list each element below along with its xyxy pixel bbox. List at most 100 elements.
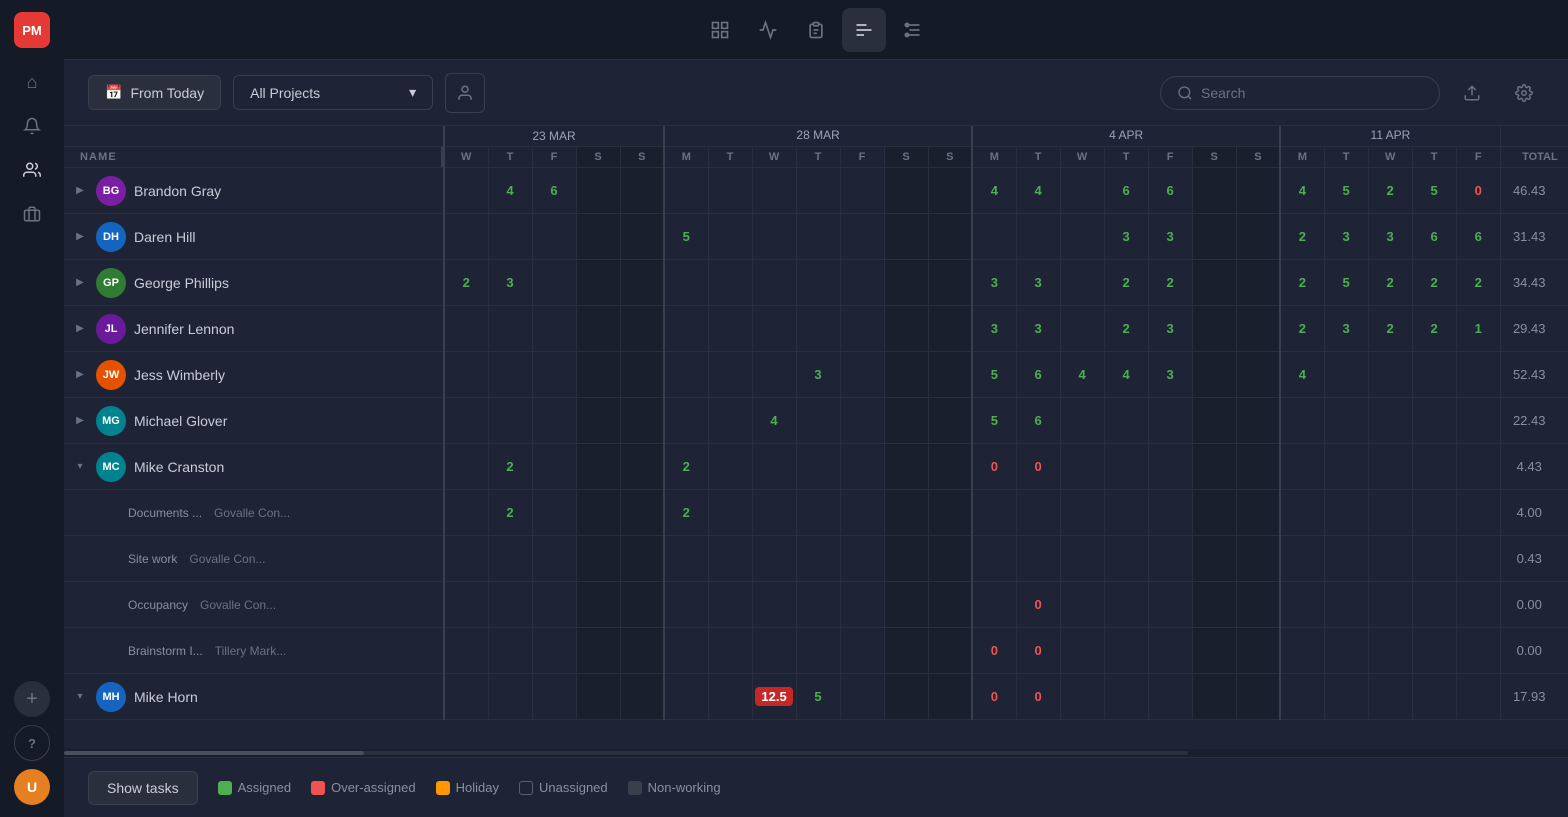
non-working-label: Non-working — [648, 780, 721, 795]
sidebar-notifications[interactable] — [14, 108, 50, 144]
legend-holiday: Holiday — [436, 780, 499, 795]
assigned-label: Assigned — [238, 780, 291, 795]
day-s6: S — [1236, 147, 1280, 168]
person-row[interactable]: ▶ JL Jennifer Lennon 33232322129.43 — [64, 306, 1568, 352]
legend-assigned: Assigned — [218, 780, 291, 795]
sidebar-help[interactable]: ? — [14, 725, 50, 761]
day-value: 6 — [550, 183, 557, 198]
day-value: 0 — [1475, 183, 1482, 198]
day-value: 3 — [1167, 229, 1174, 244]
day-value: 0 — [991, 459, 998, 474]
day-value: 2 — [506, 505, 513, 520]
day-m1: M — [664, 147, 708, 168]
from-today-label: From Today — [130, 85, 204, 101]
clipboard-view-btn[interactable] — [794, 8, 838, 52]
day-value: 3 — [1387, 229, 1394, 244]
subtask-row[interactable]: Brainstorm I... Tillery Mark... 000.00 — [64, 628, 1568, 674]
over-assigned-label: Over-assigned — [331, 780, 416, 795]
day-value: 3 — [1167, 321, 1174, 336]
expand-btn[interactable]: ▶ — [72, 183, 88, 199]
day-value: 1 — [1475, 321, 1482, 336]
expand-btn[interactable]: ▶ — [72, 321, 88, 337]
chart-view-btn[interactable] — [746, 8, 790, 52]
holiday-label: Holiday — [456, 780, 499, 795]
day-value: 2 — [1475, 275, 1482, 290]
day-value: 2 — [1299, 229, 1306, 244]
day-w2: W — [752, 147, 796, 168]
subtask-project: Govalle Con... — [189, 552, 265, 566]
day-t7: T — [1412, 147, 1456, 168]
subtask-row[interactable]: Site work Govalle Con... 0.43 — [64, 536, 1568, 582]
horizontal-scrollbar[interactable] — [64, 749, 1568, 757]
avatar: MH — [96, 682, 126, 712]
day-value: 5 — [991, 413, 998, 428]
subtask-row[interactable]: Occupancy Govalle Con... 00.00 — [64, 582, 1568, 628]
person-row[interactable]: ▶ MG Michael Glover 45622.43 — [64, 398, 1568, 444]
day-value: 3 — [991, 321, 998, 336]
unassigned-label: Unassigned — [539, 780, 608, 795]
person-row[interactable]: ▶ BG Brandon Gray 4644664525046.43 — [64, 168, 1568, 214]
person-filter-button[interactable] — [445, 73, 485, 113]
search-icon — [1177, 85, 1193, 101]
sidebar-users[interactable] — [14, 152, 50, 188]
day-value: 3 — [1035, 321, 1042, 336]
export-button[interactable] — [1452, 73, 1492, 113]
resize-handle[interactable] — [441, 147, 445, 167]
person-row[interactable]: ▶ JW Jess Wimberly 356443452.43 — [64, 352, 1568, 398]
day-value: 5 — [683, 229, 690, 244]
scrollbar-thumb[interactable] — [64, 751, 364, 755]
show-tasks-button[interactable]: Show tasks — [88, 771, 198, 805]
day-t6: T — [1324, 147, 1368, 168]
person-row[interactable]: ▶ GP George Phillips 2333222522234.43 — [64, 260, 1568, 306]
day-w3: W — [1060, 147, 1104, 168]
from-today-button[interactable]: 📅 From Today — [88, 75, 221, 110]
total-value: 34.43 — [1500, 260, 1568, 306]
day-value: 2 — [1431, 321, 1438, 336]
subtask-row[interactable]: Documents ... Govalle Con... 224.00 — [64, 490, 1568, 536]
day-value: 2 — [683, 505, 690, 520]
expand-btn[interactable]: ▶ — [72, 229, 88, 245]
day-value: 5 — [1431, 183, 1438, 198]
subtask-name: Documents ... — [128, 506, 202, 520]
total-value: 0.43 — [1500, 536, 1568, 582]
view-search-btn[interactable] — [698, 8, 742, 52]
user-avatar[interactable]: U — [14, 769, 50, 805]
projects-dropdown[interactable]: All Projects ▾ — [233, 75, 433, 110]
day-value: 5 — [814, 689, 821, 704]
person-row[interactable]: ▾ MC Mike Cranston 22004.43 — [64, 444, 1568, 490]
expand-btn[interactable]: ▶ — [72, 413, 88, 429]
settings-view-btn[interactable] — [890, 8, 934, 52]
settings-button[interactable] — [1504, 73, 1544, 113]
total-value: 46.43 — [1500, 168, 1568, 214]
day-f3: F — [1148, 147, 1192, 168]
expand-btn[interactable]: ▶ — [72, 275, 88, 291]
avatar: GP — [96, 268, 126, 298]
sidebar-add-button[interactable]: + — [14, 681, 50, 717]
person-row[interactable]: ▶ DH Daren Hill 5332336631.43 — [64, 214, 1568, 260]
total-value: 52.43 — [1500, 352, 1568, 398]
week-header-row: 23 MAR 28 MAR 4 APR 11 APR — [64, 126, 1568, 147]
subtask-name: Occupancy — [128, 598, 188, 612]
day-f4: F — [1456, 147, 1500, 168]
search-box[interactable]: Search — [1160, 76, 1440, 110]
day-t5: T — [1104, 147, 1148, 168]
highlighted-value: 12.5 — [755, 687, 792, 706]
day-value: 6 — [1167, 183, 1174, 198]
day-value: 3 — [991, 275, 998, 290]
person-row[interactable]: ▾ MH Mike Horn 12.550017.93 — [64, 674, 1568, 720]
gantt-table: 23 MAR 28 MAR 4 APR 11 APR NAME W T — [64, 126, 1568, 720]
sidebar-home[interactable]: ⌂ — [14, 64, 50, 100]
sidebar-projects[interactable] — [14, 196, 50, 232]
day-value: 5 — [1343, 183, 1350, 198]
expand-btn[interactable]: ▾ — [72, 689, 88, 705]
day-value: 3 — [1343, 229, 1350, 244]
day-value: 6 — [1123, 183, 1130, 198]
gantt-view-btn[interactable] — [842, 8, 886, 52]
expand-btn[interactable]: ▾ — [72, 459, 88, 475]
day-value: 0 — [991, 643, 998, 658]
day-value: 0 — [991, 689, 998, 704]
expand-btn[interactable]: ▶ — [72, 367, 88, 383]
subtask-name: Site work — [128, 552, 177, 566]
day-t3: T — [796, 147, 840, 168]
sidebar: PM ⌂ + ? U — [0, 0, 64, 817]
